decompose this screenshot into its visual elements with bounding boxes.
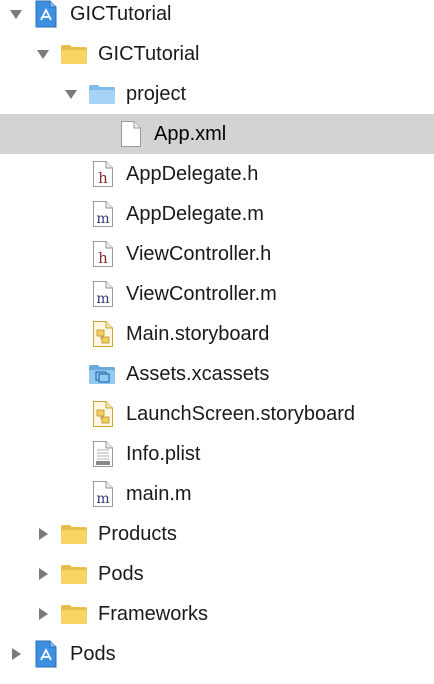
header-file-icon: h [89, 234, 117, 274]
tree-row-label: Pods [98, 563, 144, 585]
folder-icon [60, 34, 88, 74]
tree-row-label: Pods [70, 643, 116, 665]
implementation-file-icon: m [89, 274, 117, 314]
disclosure-expanded-icon[interactable] [63, 87, 79, 101]
disclosure-collapsed-icon[interactable] [35, 607, 51, 621]
tree-row-info-plist[interactable]: Info.plist [0, 434, 434, 474]
tree-row-pods-project[interactable]: Pods [0, 634, 434, 674]
tree-row-label: Assets.xcassets [126, 363, 270, 385]
tree-row-label: ViewController.h [126, 243, 272, 265]
plist-file-icon [89, 434, 117, 474]
tree-row-appdelegate-m[interactable]: m AppDelegate.m [0, 194, 434, 234]
tree-row-label: AppDelegate.m [126, 203, 264, 225]
disclosure-collapsed-icon[interactable] [8, 647, 24, 661]
tree-row-gictutorial-project[interactable]: GICTutorial [0, 0, 434, 34]
tree-row-assets-xcassets[interactable]: Assets.xcassets [0, 354, 434, 394]
tree-row-project-folder[interactable]: project [0, 74, 434, 114]
project-navigator: GICTutorial GICTutorial project App.xml … [0, 0, 434, 684]
tree-row-appdelegate-h[interactable]: h AppDelegate.h [0, 154, 434, 194]
xcode-project-icon [32, 0, 60, 34]
disclosure-collapsed-icon[interactable] [35, 567, 51, 581]
tree-row-label: AppDelegate.h [126, 163, 259, 185]
tree-row-label: Main.storyboard [126, 323, 270, 345]
tree-row-label: ViewController.m [126, 283, 277, 305]
tree-row-app-xml[interactable]: App.xml [0, 114, 434, 154]
storyboard-file-icon [89, 394, 117, 434]
file-icon [117, 114, 145, 154]
tree-row-label: main.m [126, 483, 192, 505]
svg-text:h: h [98, 249, 108, 267]
svg-text:m: m [96, 291, 109, 307]
tree-row-main-m[interactable]: m main.m [0, 474, 434, 514]
tree-row-frameworks[interactable]: Frameworks [0, 594, 434, 634]
svg-text:m: m [96, 211, 109, 227]
tree-row-label: Frameworks [98, 603, 209, 625]
storyboard-file-icon [89, 314, 117, 354]
tree-row-label: Products [98, 523, 177, 545]
svg-text:h: h [98, 169, 108, 187]
header-file-icon: h [89, 154, 117, 194]
folder-icon [60, 594, 88, 634]
tree-row-label: GICTutorial [70, 3, 172, 25]
tree-row-label: GICTutorial [98, 43, 200, 65]
folder-icon [60, 554, 88, 594]
tree-row-label: LaunchScreen.storyboard [126, 403, 356, 425]
tree-row-viewcontroller-h[interactable]: h ViewController.h [0, 234, 434, 274]
tree-row-products[interactable]: Products [0, 514, 434, 554]
blue-folder-icon [88, 74, 116, 114]
tree-row-viewcontroller-m[interactable]: m ViewController.m [0, 274, 434, 314]
tree-row-launchscreen-storyboard[interactable]: LaunchScreen.storyboard [0, 394, 434, 434]
implementation-file-icon: m [89, 194, 117, 234]
asset-catalog-icon [88, 354, 116, 394]
tree-row-main-storyboard[interactable]: Main.storyboard [0, 314, 434, 354]
tree-row-pods-group[interactable]: Pods [0, 554, 434, 594]
disclosure-expanded-icon[interactable] [8, 7, 24, 21]
tree-row-gictutorial-group[interactable]: GICTutorial [0, 34, 434, 74]
disclosure-collapsed-icon[interactable] [35, 527, 51, 541]
tree-row-label: project [126, 83, 187, 105]
xcode-project-icon [32, 634, 60, 674]
svg-text:m: m [96, 491, 109, 507]
tree-row-label: App.xml [154, 123, 227, 145]
folder-icon [60, 514, 88, 554]
implementation-file-icon: m [89, 474, 117, 514]
disclosure-expanded-icon[interactable] [35, 47, 51, 61]
tree-row-label: Info.plist [126, 443, 201, 465]
